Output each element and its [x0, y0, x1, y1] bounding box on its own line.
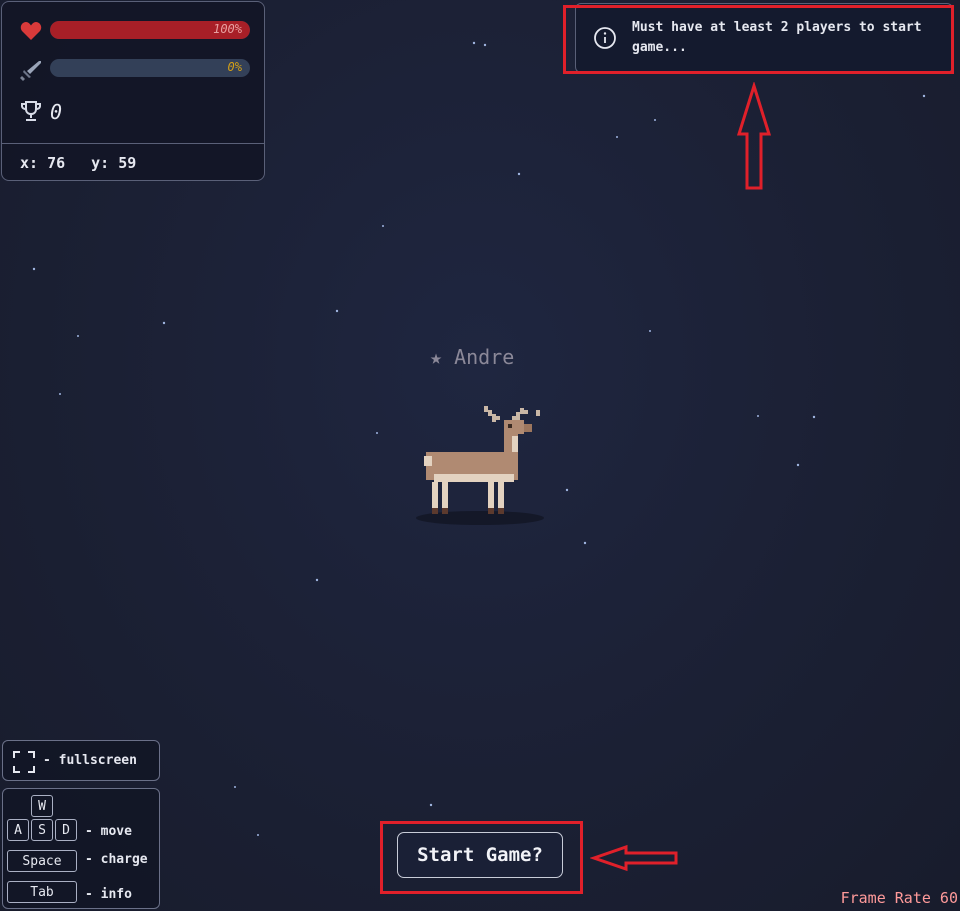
key-d: D	[55, 819, 77, 841]
trophy-icon	[18, 98, 44, 124]
coord-x: x: 76	[20, 154, 66, 172]
info-label: - info	[85, 887, 132, 902]
charge-label: - charge	[85, 852, 148, 867]
fullscreen-help[interactable]: - fullscreen	[2, 740, 160, 781]
coord-y: y: 59	[91, 154, 137, 172]
health-percent: 100%	[213, 22, 242, 36]
up-arrow-annotation	[736, 82, 772, 190]
fullscreen-label: - fullscreen	[43, 753, 137, 768]
coordinates: x: 76 y: 59	[20, 154, 162, 172]
health-row	[18, 18, 44, 44]
deer-player-sprite	[416, 406, 544, 525]
trophy-row	[18, 98, 44, 124]
controls-help: W A S D - move Space - charge Tab - info	[2, 788, 160, 909]
key-w: W	[31, 795, 53, 817]
move-label: - move	[85, 824, 132, 839]
key-space: Space	[7, 850, 77, 872]
left-arrow-annotation	[590, 844, 678, 872]
trophy-count: 0	[50, 100, 63, 124]
player-name: ★ Andre	[430, 345, 515, 369]
frame-rate-readout: Frame Rate 60	[840, 889, 958, 907]
status-panel: 100% 0% 0 x: 76 y: 59	[1, 1, 265, 181]
key-tab: Tab	[7, 881, 77, 903]
key-s: S	[31, 819, 53, 841]
panel-divider	[2, 143, 264, 144]
sword-icon	[18, 57, 44, 83]
toast-highlight-box	[563, 5, 954, 74]
fullscreen-icon	[13, 751, 35, 773]
start-highlight-box	[380, 821, 583, 894]
charge-percent: 0%	[227, 60, 242, 74]
health-bar: 100%	[50, 21, 250, 39]
heart-icon	[18, 18, 44, 44]
key-a: A	[7, 819, 29, 841]
charge-row	[18, 57, 44, 83]
charge-bar: 0%	[50, 59, 250, 77]
